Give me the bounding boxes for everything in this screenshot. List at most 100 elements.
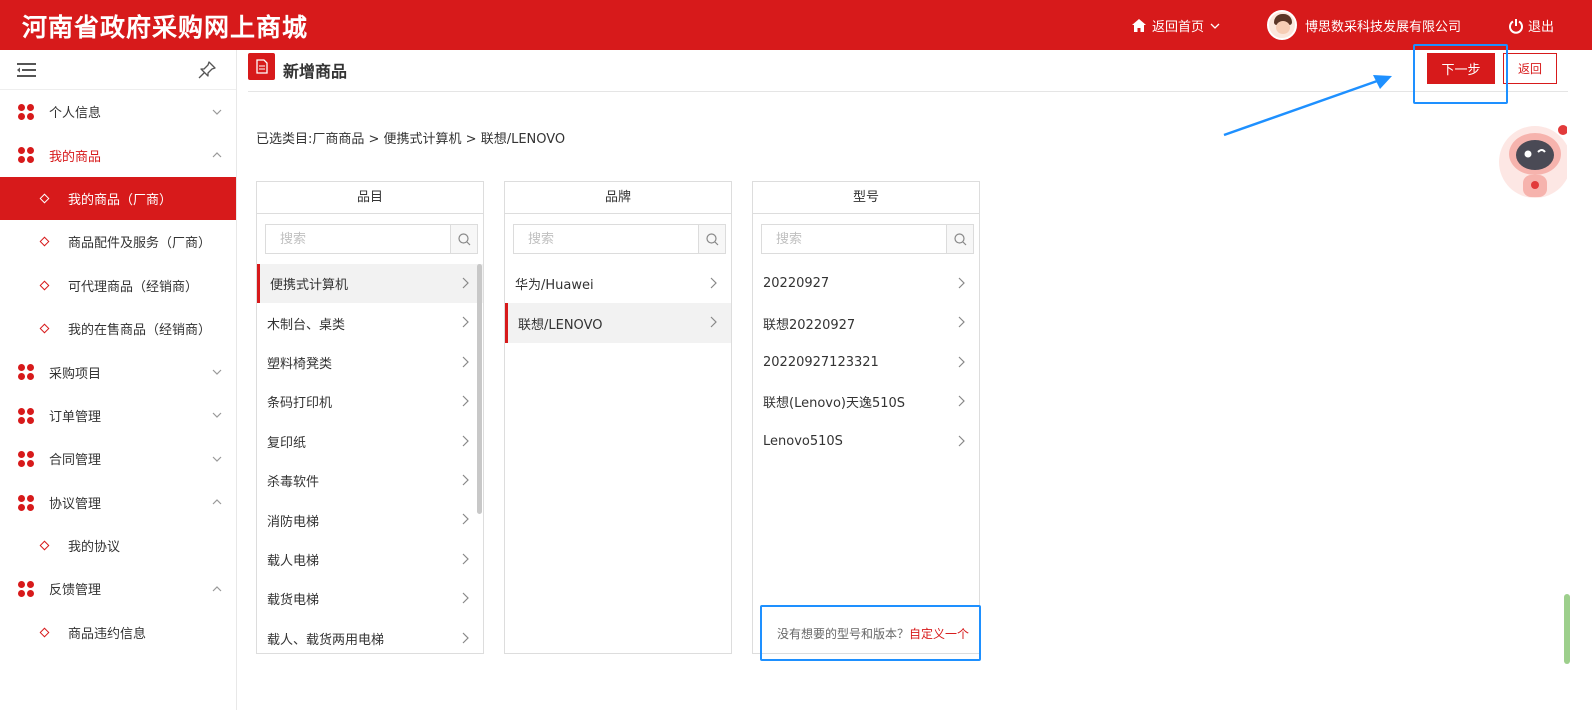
diamond-icon [39, 236, 50, 247]
list-item-label: 消防电梯 [267, 514, 320, 530]
menu-toggle-icon[interactable] [17, 62, 36, 78]
company-name: 博思数采科技发展有限公司 [1305, 19, 1462, 35]
chevron-down-icon [212, 109, 222, 115]
sidebar-item-label: 反馈管理 [49, 583, 102, 599]
list-item[interactable]: 华为/Huawei [505, 264, 731, 303]
user-menu[interactable]: 博思数采科技发展有限公司 [1267, 10, 1461, 40]
list-item-label: 复印纸 [267, 435, 307, 451]
list-item[interactable]: 20220927123321 [753, 343, 979, 382]
chevron-right-icon [958, 277, 965, 289]
menu-group-icon [18, 451, 34, 468]
chevron-up-icon [212, 499, 222, 505]
list-item[interactable]: 复印纸 [257, 422, 483, 461]
back-button[interactable]: 返回 [1503, 53, 1557, 84]
sidebar-item[interactable]: 协议管理 [0, 481, 236, 524]
search-input[interactable] [266, 225, 450, 253]
list-item[interactable]: 木制台、桌类 [257, 303, 483, 342]
menu-group-icon [18, 364, 34, 381]
diamond-icon [39, 627, 50, 638]
sidebar-menu: 个人信息 我的商品 我的商品（厂商） 商品配件及服务（厂商） 可代理商品（经销商） 我的在… [0, 90, 236, 654]
chevron-right-icon [462, 592, 469, 604]
search-icon [705, 232, 718, 245]
search-input[interactable] [514, 225, 698, 253]
search-input[interactable] [762, 225, 946, 253]
sidebar-item[interactable]: 订单管理 [0, 394, 236, 437]
sidebar-item[interactable]: 商品配件及服务（厂商） [0, 220, 236, 263]
list-item-label: 联想/LENOVO [518, 317, 603, 333]
logout-label: 退出 [1528, 20, 1555, 35]
sidebar-item[interactable]: 合同管理 [0, 437, 236, 480]
list-item[interactable]: 便携式计算机 [257, 264, 483, 304]
list-item-label: 塑料椅凳类 [267, 356, 333, 372]
pin-icon[interactable] [198, 61, 216, 79]
list-item[interactable]: 载人、载货两用电梯 [257, 619, 483, 653]
chevron-right-icon [462, 632, 469, 643]
sidebar-item[interactable]: 个人信息 [0, 90, 236, 133]
sidebar-item-label: 合同管理 [49, 453, 102, 469]
sidebar: 个人信息 我的商品 我的商品（厂商） 商品配件及服务（厂商） 可代理商品（经销商） 我的在… [0, 50, 237, 710]
menu-group-icon [18, 407, 34, 424]
chevron-right-icon [462, 435, 469, 446]
list-item-label: 条码打印机 [267, 396, 333, 412]
list-item-label: 联想20220927 [763, 317, 856, 333]
list-item[interactable]: 联想(Lenovo)天逸510S [753, 382, 979, 421]
list-item[interactable]: 20220927 [753, 264, 979, 303]
panel-search [513, 224, 726, 254]
list-item[interactable]: 联想/LENOVO [505, 303, 731, 343]
diamond-icon [39, 540, 50, 551]
breadcrumb: 已选类目:厂商商品 > 便携式计算机 > 联想/LENOVO [256, 132, 566, 147]
next-step-button[interactable]: 下一步 [1427, 53, 1495, 84]
list-item-label: 杀毒软件 [267, 475, 320, 491]
sidebar-item[interactable]: 我的在售商品（经销商） [0, 307, 236, 350]
panel-title: 品牌 [505, 182, 731, 214]
site-title: 河南省政府采购网上商城 [22, 13, 309, 42]
sidebar-item[interactable]: 我的协议 [0, 524, 236, 567]
sidebar-item-label: 我的在售商品（经销商） [68, 323, 212, 339]
search-button[interactable] [698, 225, 725, 253]
sidebar-item[interactable]: 反馈管理 [0, 567, 236, 610]
robot-assistant-icon[interactable] [1497, 118, 1567, 213]
panel-title: 品目 [257, 182, 483, 214]
search-button[interactable] [450, 225, 477, 253]
home-link[interactable]: 返回首页 [1132, 16, 1220, 35]
sidebar-item-label: 采购项目 [49, 366, 102, 382]
list-item[interactable]: 条码打印机 [257, 382, 483, 421]
diamond-icon [39, 193, 50, 204]
list-item[interactable]: 塑料椅凳类 [257, 343, 483, 382]
chevron-down-icon [212, 456, 222, 462]
side-scroll-handle[interactable] [1564, 594, 1570, 664]
chevron-right-icon [462, 356, 469, 368]
list-item[interactable]: 杀毒软件 [257, 461, 483, 500]
sidebar-item[interactable]: 我的商品 [0, 133, 236, 176]
document-icon [248, 53, 275, 80]
logout-button[interactable]: 退出 [1508, 16, 1554, 35]
sidebar-item-label: 订单管理 [49, 409, 102, 425]
list-item[interactable]: 消防电梯 [257, 500, 483, 539]
search-button[interactable] [946, 225, 973, 253]
home-icon [1132, 19, 1146, 32]
list-item[interactable]: Lenovo510S [753, 422, 979, 461]
list-item[interactable]: 载货电梯 [257, 579, 483, 618]
scrollbar[interactable] [477, 264, 482, 514]
top-bar: 河南省政府采购网上商城 返回首页 博思数采科技发展有限公司 退出 [0, 0, 1592, 50]
search-icon [457, 232, 470, 245]
chevron-down-icon [212, 412, 222, 419]
sidebar-toolbar [0, 50, 236, 90]
list-item[interactable]: 载人电梯 [257, 540, 483, 579]
sidebar-item[interactable]: 我的商品（厂商） [0, 176, 236, 221]
sidebar-item[interactable]: 商品违约信息 [0, 611, 236, 654]
custom-model-tip: 没有想要的型号和版本？自定义一个 [777, 625, 969, 642]
menu-group-icon [18, 104, 34, 120]
list-item-label: 木制台、桌类 [267, 317, 346, 333]
model-panel: 型号 20220927 联想20220927 20220927123321 联想(Len… [752, 181, 980, 654]
list-item-label: 载人、载货两用电梯 [267, 632, 385, 648]
list-item[interactable]: 联想20220927 [753, 303, 979, 342]
list-item-label: 联想(Lenovo)天逸510S [763, 396, 906, 412]
annotation-arrow-icon [1223, 75, 1392, 137]
panel-search [761, 224, 974, 254]
custom-model-link[interactable]: 自定义一个 [909, 627, 969, 641]
sidebar-item[interactable]: 可代理商品（经销商） [0, 264, 236, 307]
chevron-down-icon [1210, 23, 1220, 29]
sidebar-item[interactable]: 采购项目 [0, 350, 236, 393]
sidebar-item-label: 商品违约信息 [68, 626, 147, 642]
